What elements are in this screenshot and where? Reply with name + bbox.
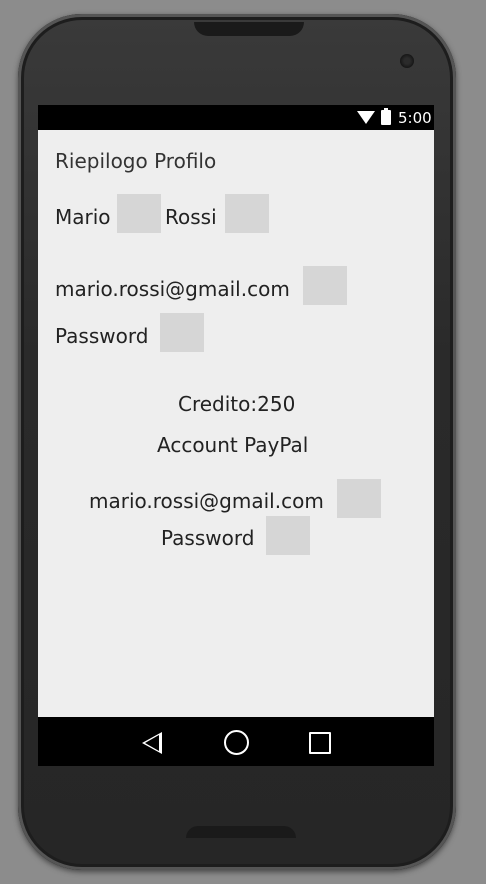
first-name-field[interactable] [117, 194, 161, 233]
email-label: mario.rossi@gmail.com [55, 277, 290, 301]
navigation-bar [38, 717, 434, 766]
last-name-label: Rossi [165, 205, 217, 229]
paypal-password-field[interactable] [266, 516, 310, 555]
top-speaker [194, 22, 304, 36]
screen: 5:00 Riepilogo Profilo Mario Rossi mario… [38, 105, 434, 766]
back-icon[interactable] [142, 732, 162, 754]
profile-summary: Riepilogo Profilo Mario Rossi mario.ross… [38, 130, 434, 717]
paypal-email-label: mario.rossi@gmail.com [89, 489, 324, 513]
paypal-email-field[interactable] [337, 479, 381, 518]
battery-icon [381, 108, 391, 125]
password-field[interactable] [160, 313, 204, 352]
status-bar: 5:00 [38, 105, 434, 130]
email-field[interactable] [303, 266, 347, 305]
wifi-icon [357, 111, 375, 124]
page-title: Riepilogo Profilo [55, 149, 217, 173]
paypal-password-label: Password [161, 526, 255, 550]
recents-icon[interactable] [309, 732, 331, 754]
first-name-label: Mario [55, 205, 111, 229]
status-time: 5:00 [398, 109, 432, 127]
credit-label: Credito:250 [178, 392, 296, 416]
home-icon[interactable] [224, 730, 249, 755]
password-label: Password [55, 324, 149, 348]
front-camera [400, 54, 414, 68]
last-name-field[interactable] [225, 194, 269, 233]
bottom-speaker [186, 826, 296, 838]
paypal-heading: Account PayPal [157, 433, 309, 457]
